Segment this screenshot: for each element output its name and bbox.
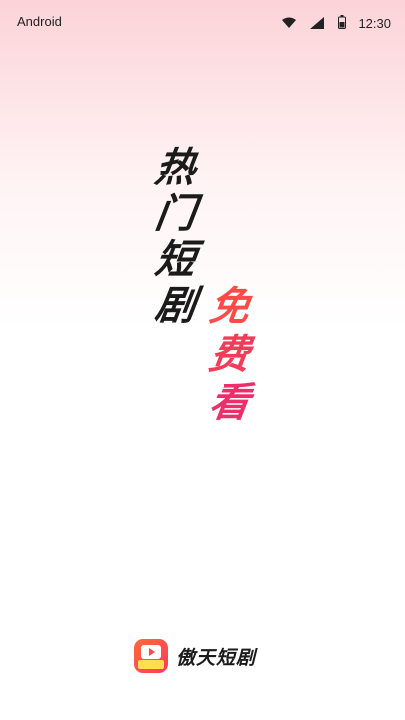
status-icons: 12:30 xyxy=(282,13,391,33)
slogan-char: 费 xyxy=(206,332,253,378)
slogan-char: 热 xyxy=(152,145,199,191)
slogan-hot-drama: 热 门 短 剧 xyxy=(152,145,199,332)
cellular-signal-icon xyxy=(310,14,325,33)
slogan-free-watch: 免 费 看 xyxy=(206,284,253,431)
slogan-char: 门 xyxy=(152,191,199,237)
logo-tag xyxy=(138,660,164,669)
slogan-char: 免 xyxy=(206,284,253,330)
play-icon xyxy=(141,645,161,659)
clock: 12:30 xyxy=(358,15,391,31)
slogan-char: 短 xyxy=(152,237,199,283)
wifi-icon xyxy=(282,14,297,33)
status-bar: Android 12:30 xyxy=(0,0,405,46)
app-name: 傲天短剧 xyxy=(176,646,257,669)
slogan-char: 看 xyxy=(206,380,253,426)
slogan-char: 剧 xyxy=(152,283,199,329)
app-logo-icon xyxy=(134,639,168,673)
battery-icon xyxy=(338,14,347,33)
carrier-label: Android xyxy=(17,14,62,29)
app-brand: 傲天短剧 xyxy=(134,638,256,674)
